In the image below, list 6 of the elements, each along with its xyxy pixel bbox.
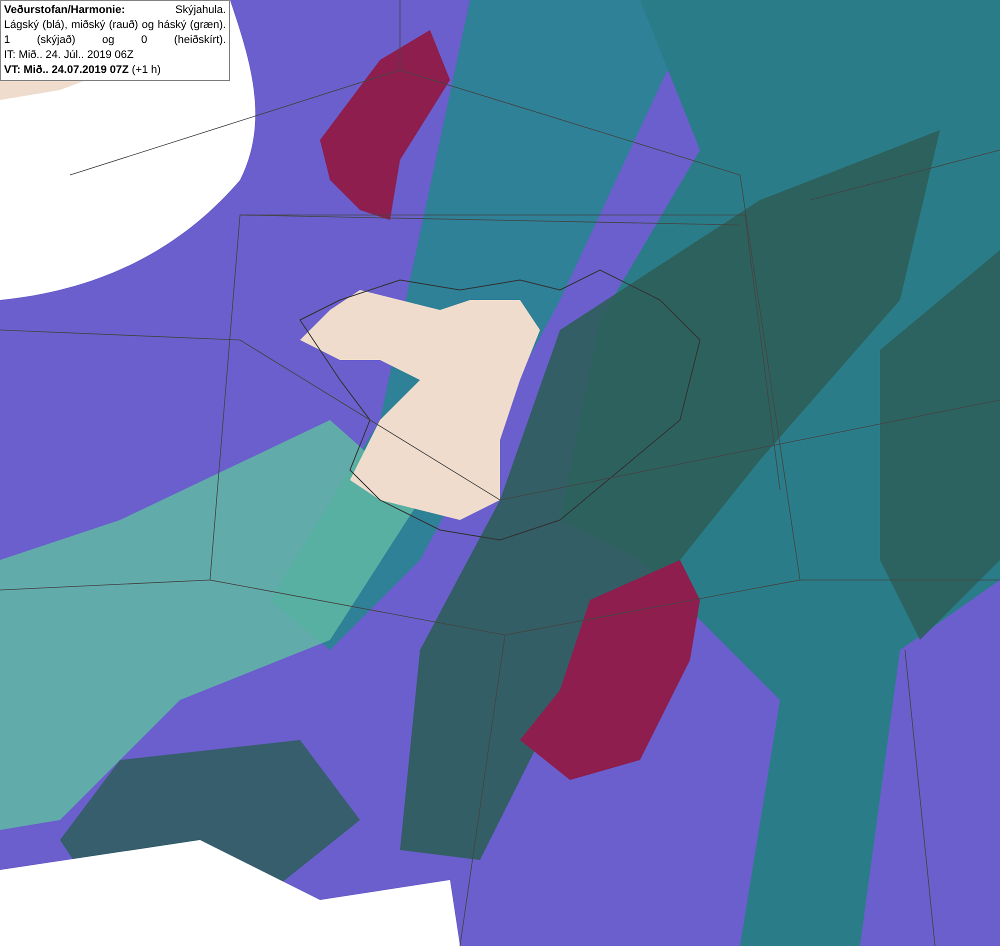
legend-text: Lágský (blá), miðský (rauð) og háský (græn). (4, 18, 226, 33)
valid-time: VT: Mið.. 24.07.2019 07Z (+1 h) (4, 63, 162, 78)
issue-time: IT: Mið.. 24. Júl.. 2019 06Z (4, 48, 135, 63)
legend-text: Skýjahula. (175, 3, 226, 18)
legend-title: Veðurstofan/Harmonie: (4, 3, 126, 18)
legend-text: 1 (skýjað) og 0 (heiðskírt). (4, 33, 226, 48)
